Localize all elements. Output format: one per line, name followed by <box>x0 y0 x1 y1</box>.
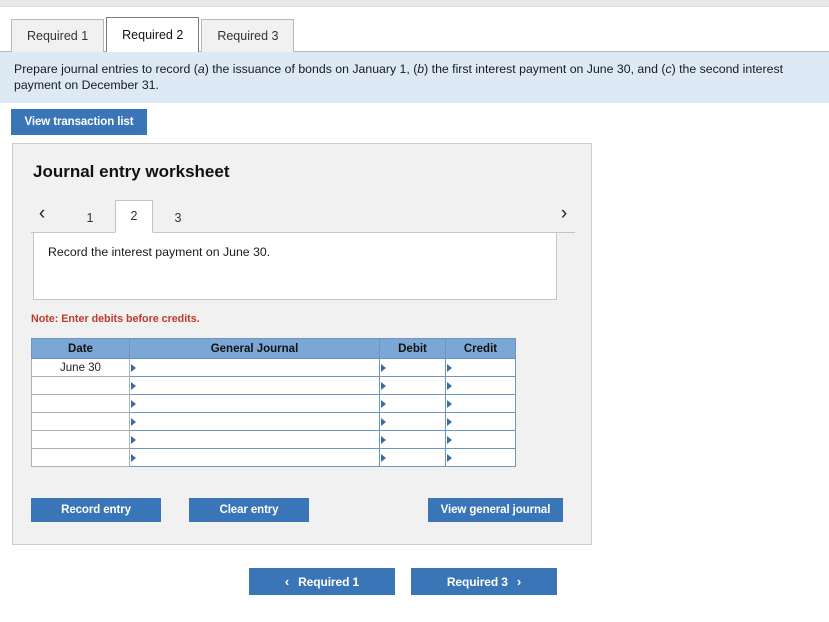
view-transaction-list-button[interactable]: View transaction list <box>11 109 147 135</box>
table-row <box>32 377 516 395</box>
dropdown-caret-icon <box>131 418 136 426</box>
journal-entry-worksheet-panel: Journal entry worksheet ‹ 1 2 3 › Record… <box>12 143 592 545</box>
credit-input[interactable] <box>446 449 516 467</box>
tab-required-1[interactable]: Required 1 <box>11 19 104 52</box>
worksheet-prompt-box: Record the interest payment on June 30. <box>33 232 557 300</box>
view-general-journal-button[interactable]: View general journal <box>428 498 563 522</box>
tab-required-3[interactable]: Required 3 <box>201 19 294 52</box>
debit-input[interactable] <box>380 395 446 413</box>
top-gray-strip <box>0 0 829 7</box>
worksheet-title: Journal entry worksheet <box>33 162 230 182</box>
dropdown-caret-icon <box>447 400 452 408</box>
next-required-label: Required 3 <box>447 575 508 589</box>
dropdown-caret-icon <box>131 400 136 408</box>
dropdown-caret-icon <box>381 364 386 372</box>
required-tabstrip: Required 1 Required 2 Required 3 <box>0 8 829 52</box>
dropdown-caret-icon <box>381 382 386 390</box>
dropdown-caret-icon <box>131 436 136 444</box>
worksheet-pager: ‹ 1 2 3 › <box>31 196 575 233</box>
table-row <box>32 413 516 431</box>
date-cell[interactable] <box>32 449 130 467</box>
bottom-navigation: ‹ Required 1 Required 3 › <box>0 568 829 598</box>
instructions-text-part2: ) the issuance of bonds on January 1, ( <box>205 62 418 76</box>
table-row <box>32 431 516 449</box>
credit-input[interactable] <box>446 377 516 395</box>
dropdown-caret-icon <box>447 364 452 372</box>
clear-entry-button[interactable]: Clear entry <box>189 498 309 522</box>
record-entry-button[interactable]: Record entry <box>31 498 161 522</box>
column-header-general-journal: General Journal <box>130 339 380 359</box>
instructions-label-a: a <box>198 62 205 76</box>
debits-before-credits-note: Note: Enter debits before credits. <box>31 313 200 325</box>
column-header-debit: Debit <box>380 339 446 359</box>
pager-page-1[interactable]: 1 <box>71 204 109 232</box>
credit-input[interactable] <box>446 395 516 413</box>
debit-input[interactable] <box>380 431 446 449</box>
debit-input[interactable] <box>380 359 446 377</box>
dropdown-caret-icon <box>131 454 136 462</box>
worksheet-pager-pages: 1 2 3 <box>71 196 203 232</box>
credit-input[interactable] <box>446 413 516 431</box>
date-cell[interactable]: June 30 <box>32 359 130 377</box>
general-journal-input[interactable] <box>130 431 380 449</box>
debit-input[interactable] <box>380 413 446 431</box>
next-required-button[interactable]: Required 3 › <box>411 568 557 595</box>
dropdown-caret-icon <box>447 454 452 462</box>
general-journal-input[interactable] <box>130 395 380 413</box>
table-row <box>32 395 516 413</box>
credit-input[interactable] <box>446 359 516 377</box>
general-journal-input[interactable] <box>130 377 380 395</box>
chevron-right-icon[interactable]: › <box>553 200 575 228</box>
instructions-text-part1: Prepare journal entries to record ( <box>14 62 198 76</box>
table-row <box>32 449 516 467</box>
dropdown-caret-icon <box>447 436 452 444</box>
chevron-left-icon: ‹ <box>285 568 289 595</box>
chevron-left-icon[interactable]: ‹ <box>31 200 53 228</box>
dropdown-caret-icon <box>447 418 452 426</box>
column-header-credit: Credit <box>446 339 516 359</box>
dropdown-caret-icon <box>447 382 452 390</box>
debit-input[interactable] <box>380 377 446 395</box>
journal-entry-table: Date General Journal Debit Credit June 3… <box>31 338 516 467</box>
general-journal-input[interactable] <box>130 449 380 467</box>
credit-input[interactable] <box>446 431 516 449</box>
date-cell[interactable] <box>32 431 130 449</box>
chevron-right-icon: › <box>517 568 521 595</box>
dropdown-caret-icon <box>381 418 386 426</box>
general-journal-input[interactable] <box>130 413 380 431</box>
dropdown-caret-icon <box>381 400 386 408</box>
previous-required-label: Required 1 <box>298 575 359 589</box>
dropdown-caret-icon <box>131 364 136 372</box>
pager-page-3[interactable]: 3 <box>159 204 197 232</box>
column-header-date: Date <box>32 339 130 359</box>
table-row: June 30 <box>32 359 516 377</box>
pager-page-2[interactable]: 2 <box>115 200 153 233</box>
date-cell[interactable] <box>32 413 130 431</box>
tab-required-2[interactable]: Required 2 <box>106 17 199 52</box>
previous-required-button[interactable]: ‹ Required 1 <box>249 568 395 595</box>
instructions-text-part3: ) the first interest payment on June 30,… <box>424 62 665 76</box>
dropdown-caret-icon <box>381 454 386 462</box>
dropdown-caret-icon <box>131 382 136 390</box>
general-journal-input[interactable] <box>130 359 380 377</box>
dropdown-caret-icon <box>381 436 386 444</box>
date-cell[interactable] <box>32 377 130 395</box>
debit-input[interactable] <box>380 449 446 467</box>
table-header-row: Date General Journal Debit Credit <box>32 339 516 359</box>
date-cell[interactable] <box>32 395 130 413</box>
instructions-banner: Prepare journal entries to record (a) th… <box>0 52 829 103</box>
